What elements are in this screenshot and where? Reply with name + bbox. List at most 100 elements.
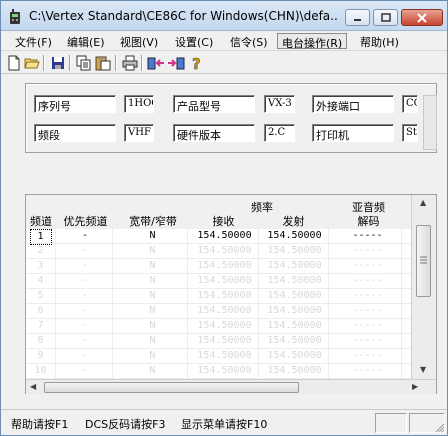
cell-channel[interactable]: 2 [26,244,56,259]
cell-channel[interactable]: 7 [26,319,56,334]
cell-bandwidth[interactable]: N [118,259,188,274]
cell-receive[interactable]: 154.50000 [191,304,259,319]
table-row[interactable]: 2- N 154.50000 154.50000 ----- [26,244,411,259]
table-row[interactable]: 8- N 154.50000 154.50000 ----- [26,334,411,349]
cell-channel[interactable]: 1 [26,229,56,245]
header-transmit[interactable]: 发射 [266,213,321,229]
info-scrollbar[interactable] [423,95,437,150]
cell-transmit[interactable]: 154.50000 [261,289,329,304]
cell-transmit[interactable]: 154.50000 [261,364,329,379]
menu-edit[interactable]: 编辑(E) [63,33,109,49]
scroll-left-icon[interactable]: ◀ [30,382,36,391]
cell-bandwidth[interactable]: N [118,229,188,244]
grid-hscroll-thumb[interactable] [44,382,299,393]
cell-decode[interactable]: ----- [334,244,402,259]
grid-vertical-scrollbar[interactable]: ▲ ▼ [411,195,436,379]
open-button[interactable] [23,54,41,72]
cell-decode[interactable]: ----- [334,289,402,304]
cell-channel[interactable]: 9 [26,349,56,364]
cell-priority[interactable]: - [58,364,113,379]
cell-priority[interactable]: - [58,319,113,334]
cell-priority[interactable]: - [58,304,113,319]
menu-signaling[interactable]: 信令(S) [226,33,272,49]
header-decode[interactable]: 解码 [341,213,396,229]
cell-receive[interactable]: 154.50000 [191,334,259,349]
menu-file[interactable]: 文件(F) [11,33,56,49]
cell-decode[interactable]: ----- [334,259,402,274]
cell-transmit[interactable]: 154.50000 [261,244,329,259]
header-channel[interactable]: 频道 [26,213,56,229]
cell-bandwidth[interactable]: N [118,289,188,304]
cell-priority[interactable]: - [58,289,113,304]
cell-transmit[interactable]: 154.50000 [261,259,329,274]
scroll-down-icon[interactable]: ▼ [420,365,426,374]
menu-help[interactable]: 帮助(H) [356,33,403,49]
scroll-right-icon[interactable]: ▶ [412,382,418,391]
cell-priority[interactable]: - [58,259,113,274]
minimize-button[interactable] [345,9,370,26]
header-bandwidth[interactable]: 宽带/窄带 [118,213,188,229]
resize-grip-icon[interactable] [435,423,445,433]
cell-decode[interactable]: ----- [334,319,402,334]
cell-bandwidth[interactable]: N [118,319,188,334]
table-row[interactable]: 10- N 154.50000 154.50000 ----- [26,364,411,379]
cell-bandwidth[interactable]: N [118,349,188,364]
write-radio-button[interactable] [167,54,185,72]
table-row[interactable]: 7- N 154.50000 154.50000 ----- [26,319,411,334]
cell-bandwidth[interactable]: N [118,274,188,289]
grid-vscroll-thumb[interactable] [416,225,431,297]
cell-receive[interactable]: 154.50000 [191,349,259,364]
grid-horizontal-scrollbar[interactable]: ◀ ▶ [26,379,436,394]
cell-channel[interactable]: 4 [26,274,56,289]
table-row[interactable]: 5- N 154.50000 154.50000 ----- [26,289,411,304]
copy-button[interactable] [75,54,93,72]
cell-receive[interactable]: 154.50000 [191,364,259,379]
menu-view[interactable]: 视图(V) [116,33,162,49]
cell-transmit[interactable]: 154.50000 [261,334,329,349]
header-priority[interactable]: 优先频道 [58,213,113,229]
cell-transmit[interactable]: 154.50000 [261,229,329,244]
cell-transmit[interactable]: 154.50000 [261,304,329,319]
cell-channel[interactable]: 5 [26,289,56,304]
read-radio-button[interactable] [147,54,165,72]
cell-receive[interactable]: 154.50000 [191,229,259,244]
cell-bandwidth[interactable]: N [118,304,188,319]
cell-decode[interactable]: ----- [334,349,402,364]
print-button[interactable] [121,54,139,72]
table-row[interactable]: 4- N 154.50000 154.50000 ----- [26,274,411,289]
help-button[interactable]: ? [187,54,205,72]
cell-channel[interactable]: 3 [26,259,56,274]
paste-button[interactable] [94,54,112,72]
close-button[interactable] [401,9,443,26]
selected-cell[interactable]: 1 [29,229,52,245]
cell-priority[interactable]: - [58,274,113,289]
cell-priority[interactable]: - [58,244,113,259]
menu-radio-operation[interactable]: 电台操作(R) [277,33,348,50]
cell-channel[interactable]: 6 [26,304,56,319]
cell-transmit[interactable]: 154.50000 [261,274,329,289]
maximize-button[interactable] [373,9,398,26]
cell-priority[interactable]: - [58,349,113,364]
cell-priority[interactable]: - [58,334,113,349]
title-bar[interactable]: C:\Vertex Standard\CE86C for Windows(CHN… [1,1,447,31]
cell-receive[interactable]: 154.50000 [191,319,259,334]
cell-decode[interactable]: ----- [334,364,402,379]
menu-settings[interactable]: 设置(C) [171,33,217,49]
cell-transmit[interactable]: 154.50000 [261,319,329,334]
table-row[interactable]: 3- N 154.50000 154.50000 ----- [26,259,411,274]
scroll-up-icon[interactable]: ▲ [420,198,426,207]
cell-receive[interactable]: 154.50000 [191,274,259,289]
cell-decode[interactable]: ----- [334,304,402,319]
cell-decode[interactable]: ----- [334,334,402,349]
cell-channel[interactable]: 8 [26,334,56,349]
cell-transmit[interactable]: 154.50000 [261,349,329,364]
cell-priority[interactable]: - [58,229,113,244]
cell-decode[interactable]: ----- [334,274,402,289]
cell-bandwidth[interactable]: N [118,244,188,259]
header-receive[interactable]: 接收 [196,213,251,229]
table-row[interactable]: 1- N 154.50000 154.50000 ----- [26,229,411,245]
cell-receive[interactable]: 154.50000 [191,259,259,274]
cell-receive[interactable]: 154.50000 [191,289,259,304]
cell-bandwidth[interactable]: N [118,364,188,379]
new-file-button[interactable] [5,54,23,72]
